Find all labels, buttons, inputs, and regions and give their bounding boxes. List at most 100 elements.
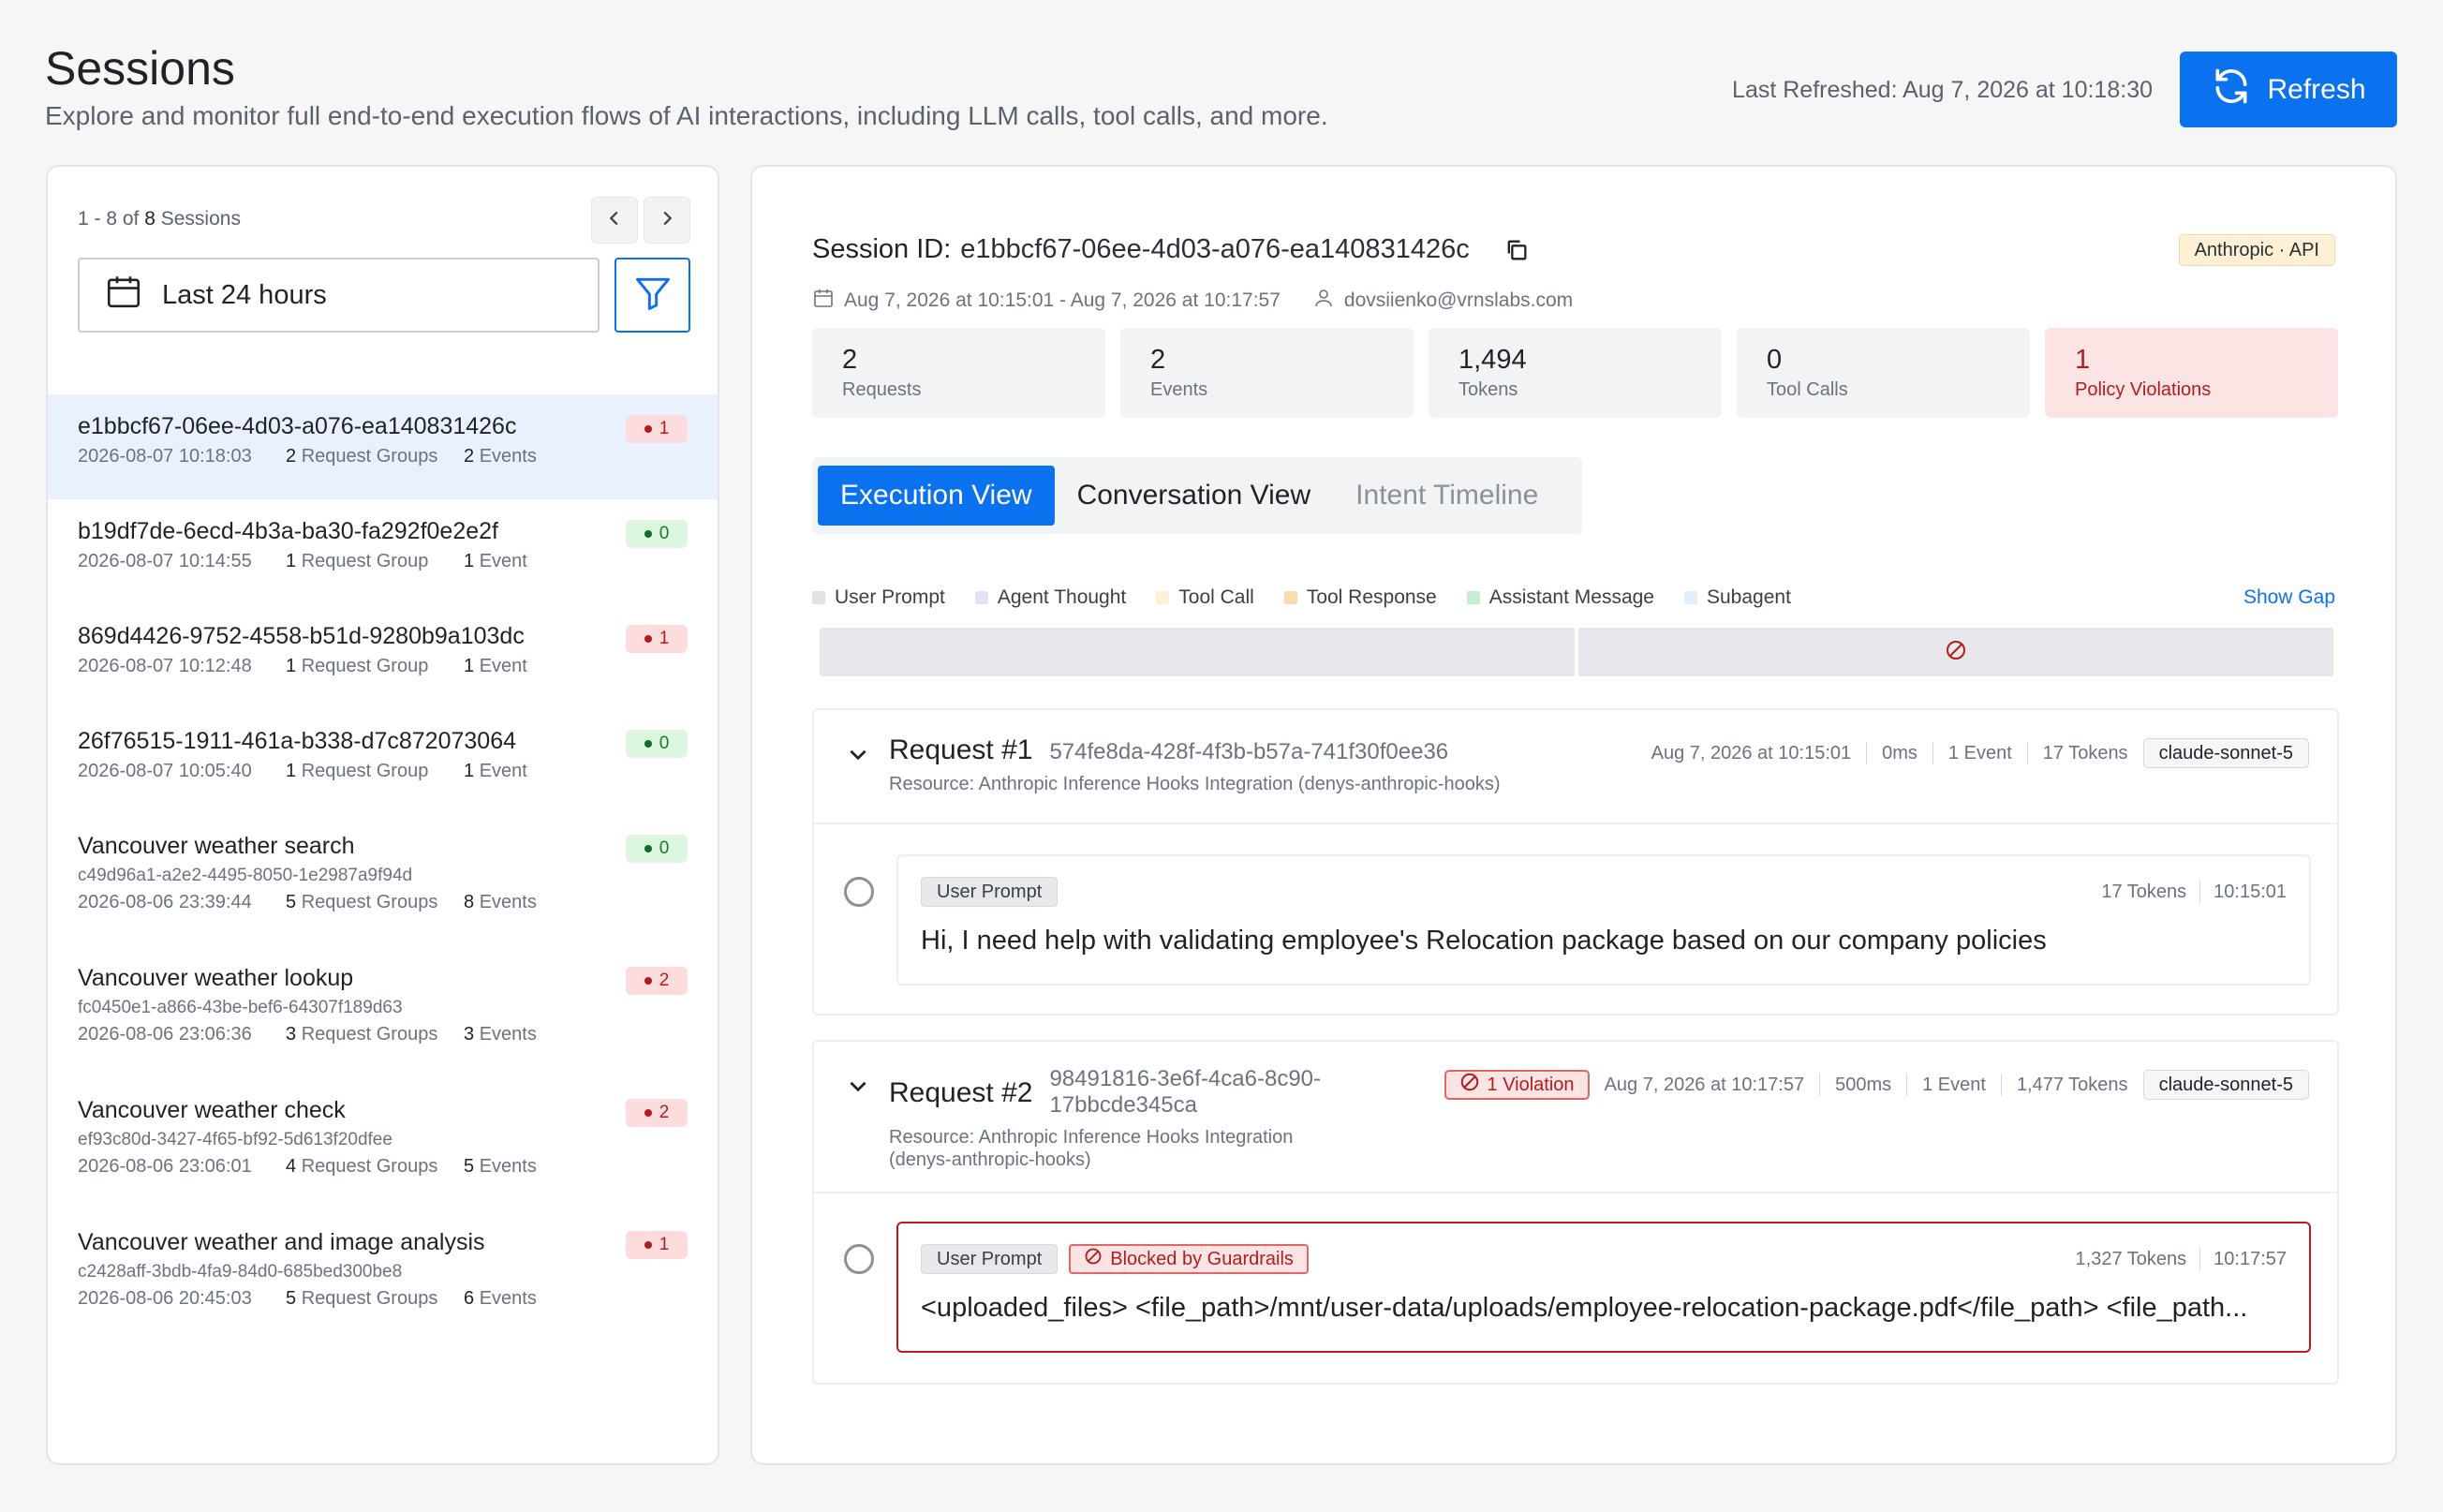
session-list-item[interactable]: Vancouver weather and image analysis c242… bbox=[48, 1210, 718, 1342]
session-meta: 2026-08-07 10:12:48 1 Request Group 1 Even… bbox=[78, 656, 688, 677]
session-time: 2026-08-06 23:06:36 bbox=[78, 1024, 252, 1045]
user-icon bbox=[1312, 287, 1335, 315]
session-list-item[interactable]: 26f76515-1911-461a-b338-d7c872073064 2026… bbox=[48, 709, 718, 814]
request-groups-count: 3 bbox=[286, 1024, 297, 1045]
chevron-right-icon bbox=[657, 208, 677, 233]
tab-conversation-view[interactable]: Conversation View bbox=[1055, 466, 1334, 526]
violation-badge: 1 bbox=[626, 415, 688, 443]
events-count: 3 bbox=[464, 1024, 475, 1045]
stat-label: Policy Violations bbox=[2075, 379, 2212, 400]
event-card[interactable]: User Prompt Blocked by Guardrails 1,327 … bbox=[896, 1222, 2311, 1353]
tab-execution-view[interactable]: Execution View bbox=[818, 466, 1055, 526]
session-events: 1 Event bbox=[464, 761, 527, 782]
violation-badge: 1 bbox=[626, 625, 688, 653]
legend-label: Tool Response bbox=[1306, 586, 1437, 608]
request-groups-count: 5 bbox=[286, 892, 297, 912]
legend-label: Assistant Message bbox=[1488, 586, 1654, 608]
prev-page-button[interactable] bbox=[591, 197, 638, 244]
events-count: 1 bbox=[464, 656, 475, 676]
request-groups-label: Request Groups bbox=[301, 1288, 438, 1309]
session-list-item[interactable]: 869d4426-9752-4558-b51d-9280b9a103dc 2026… bbox=[48, 604, 718, 709]
status-dot-icon bbox=[644, 845, 652, 852]
violation-count: 0 bbox=[659, 524, 670, 543]
request-time: Aug 7, 2026 at 10:17:57 bbox=[1604, 1074, 1805, 1095]
request-body: User Prompt Blocked by Guardrails 1,327 … bbox=[814, 1192, 2337, 1383]
violation-badge: 2 bbox=[626, 967, 688, 995]
legend-swatch bbox=[1156, 591, 1170, 604]
filter-button[interactable] bbox=[614, 258, 690, 333]
session-meta: 2026-08-06 23:39:44 5 Request Groups 8 Eve… bbox=[78, 892, 688, 913]
legend-swatch bbox=[1466, 591, 1480, 604]
session-time: 2026-08-06 23:39:44 bbox=[78, 892, 252, 912]
stat-tool-calls: 0 Tool Calls bbox=[1737, 328, 2030, 418]
request-groups-label: Request Groups bbox=[301, 892, 438, 912]
model-tag: claude-sonnet-5 bbox=[2142, 1070, 2309, 1100]
blocked-icon bbox=[1084, 1247, 1103, 1271]
count-total: 8 bbox=[144, 208, 155, 230]
event-card[interactable]: User Prompt 17 Tokens 10:15:01 Hi, I nee… bbox=[896, 854, 2311, 986]
copy-icon[interactable] bbox=[1503, 237, 1530, 263]
show-gap-link[interactable]: Show Gap bbox=[2243, 586, 2335, 609]
status-dot-icon bbox=[644, 1109, 652, 1117]
events-count: 6 bbox=[464, 1288, 475, 1309]
timeline-segment[interactable] bbox=[1578, 628, 2333, 676]
legend-label: Agent Thought bbox=[997, 586, 1127, 608]
session-time: 2026-08-06 20:45:03 bbox=[78, 1288, 252, 1309]
refresh-label: Refresh bbox=[2267, 73, 2366, 105]
status-dot-icon bbox=[644, 740, 652, 748]
stat-tokens: 1,494 Tokens bbox=[1429, 328, 1722, 418]
session-id: c49d96a1-a2e2-4495-8050-1e2987a9f94d bbox=[78, 866, 413, 885]
violation-count: 2 bbox=[659, 971, 670, 990]
stat-policy-violations: 1 Policy Violations bbox=[2045, 328, 2338, 418]
chevron-down-icon[interactable] bbox=[846, 742, 870, 771]
session-count: 1 - 8 of 8 Sessions bbox=[78, 208, 241, 230]
next-page-button[interactable] bbox=[644, 197, 690, 244]
blocked-label: Blocked by Guardrails bbox=[1110, 1248, 1294, 1269]
tab-intent-timeline[interactable]: Intent Timeline bbox=[1333, 466, 1561, 526]
session-list-item[interactable]: Vancouver weather check ef93c80d-3427-4f6… bbox=[48, 1078, 718, 1210]
chevron-down-icon[interactable] bbox=[846, 1074, 870, 1103]
request-uuid-line1: 98491816-3e6f-4ca6-8c90- bbox=[1049, 1066, 1321, 1091]
stat-label: Events bbox=[1150, 379, 1208, 400]
events-label: Events bbox=[479, 1156, 537, 1177]
request-groups-count: 1 bbox=[286, 656, 297, 676]
last-refreshed-text: Last Refreshed: Aug 7, 2026 at 10:18:30 bbox=[1732, 77, 2153, 103]
count-suffix: Sessions bbox=[160, 208, 241, 230]
request-body: User Prompt 17 Tokens 10:15:01 Hi, I nee… bbox=[814, 823, 2337, 1014]
event-radio[interactable] bbox=[844, 1244, 874, 1274]
events-label: Events bbox=[479, 1024, 537, 1045]
timeline-bar bbox=[820, 628, 2333, 676]
session-id-value: e1bbcf67-06ee-4d03-a076-ea140831426c bbox=[960, 234, 1470, 264]
session-request-groups: 5 Request Groups bbox=[286, 892, 464, 913]
session-list: e1bbcf67-06ee-4d03-a076-ea140831426c 2026… bbox=[48, 394, 718, 1342]
request-groups-label: Request Group bbox=[301, 656, 429, 676]
session-list-item[interactable]: Vancouver weather lookup fc0450e1-a866-43… bbox=[48, 946, 718, 1078]
session-id: c2428aff-3bdb-4fa9-84d0-685bed300be8 bbox=[78, 1262, 403, 1282]
session-list-item[interactable]: Vancouver weather search c49d96a1-a2e2-44… bbox=[48, 814, 718, 946]
page-title: Sessions bbox=[45, 42, 235, 95]
session-list-item[interactable]: b19df7de-6ecd-4b3a-ba30-fa292f0e2e2f 2026… bbox=[48, 499, 718, 604]
violation-count: 1 bbox=[659, 629, 670, 648]
request-groups-label: Request Group bbox=[301, 761, 429, 781]
violation-tag[interactable]: 1 Violation bbox=[1444, 1070, 1590, 1100]
session-id-row: Session ID: e1bbcf67-06ee-4d03-a076-ea14… bbox=[812, 234, 1530, 265]
request-duration: 500ms bbox=[1835, 1074, 1892, 1095]
violation-count: 0 bbox=[659, 838, 670, 858]
request-tokens: 17 Tokens bbox=[2042, 742, 2128, 763]
session-events: 8 Events bbox=[464, 892, 537, 913]
blocked-icon bbox=[1945, 639, 1967, 666]
request-uuid-line2: 17bbcde345ca bbox=[1049, 1092, 1197, 1118]
request-groups-count: 1 bbox=[286, 551, 297, 571]
session-events: 5 Events bbox=[464, 1156, 537, 1178]
session-list-item[interactable]: e1bbcf67-06ee-4d03-a076-ea140831426c 2026… bbox=[48, 394, 718, 499]
status-dot-icon bbox=[644, 977, 652, 985]
request-time: Aug 7, 2026 at 10:15:01 bbox=[1651, 742, 1852, 763]
refresh-button[interactable]: Refresh bbox=[2180, 52, 2397, 127]
page-subtitle: Explore and monitor full end-to-end exec… bbox=[45, 101, 1328, 130]
calendar-icon bbox=[812, 287, 835, 315]
event-radio[interactable] bbox=[844, 877, 874, 907]
stat-value: 1 bbox=[2075, 345, 2091, 375]
timeline-segment[interactable] bbox=[820, 628, 1575, 676]
events-count: 2 bbox=[464, 446, 475, 467]
date-range-select[interactable]: Last 24 hours bbox=[78, 258, 600, 333]
